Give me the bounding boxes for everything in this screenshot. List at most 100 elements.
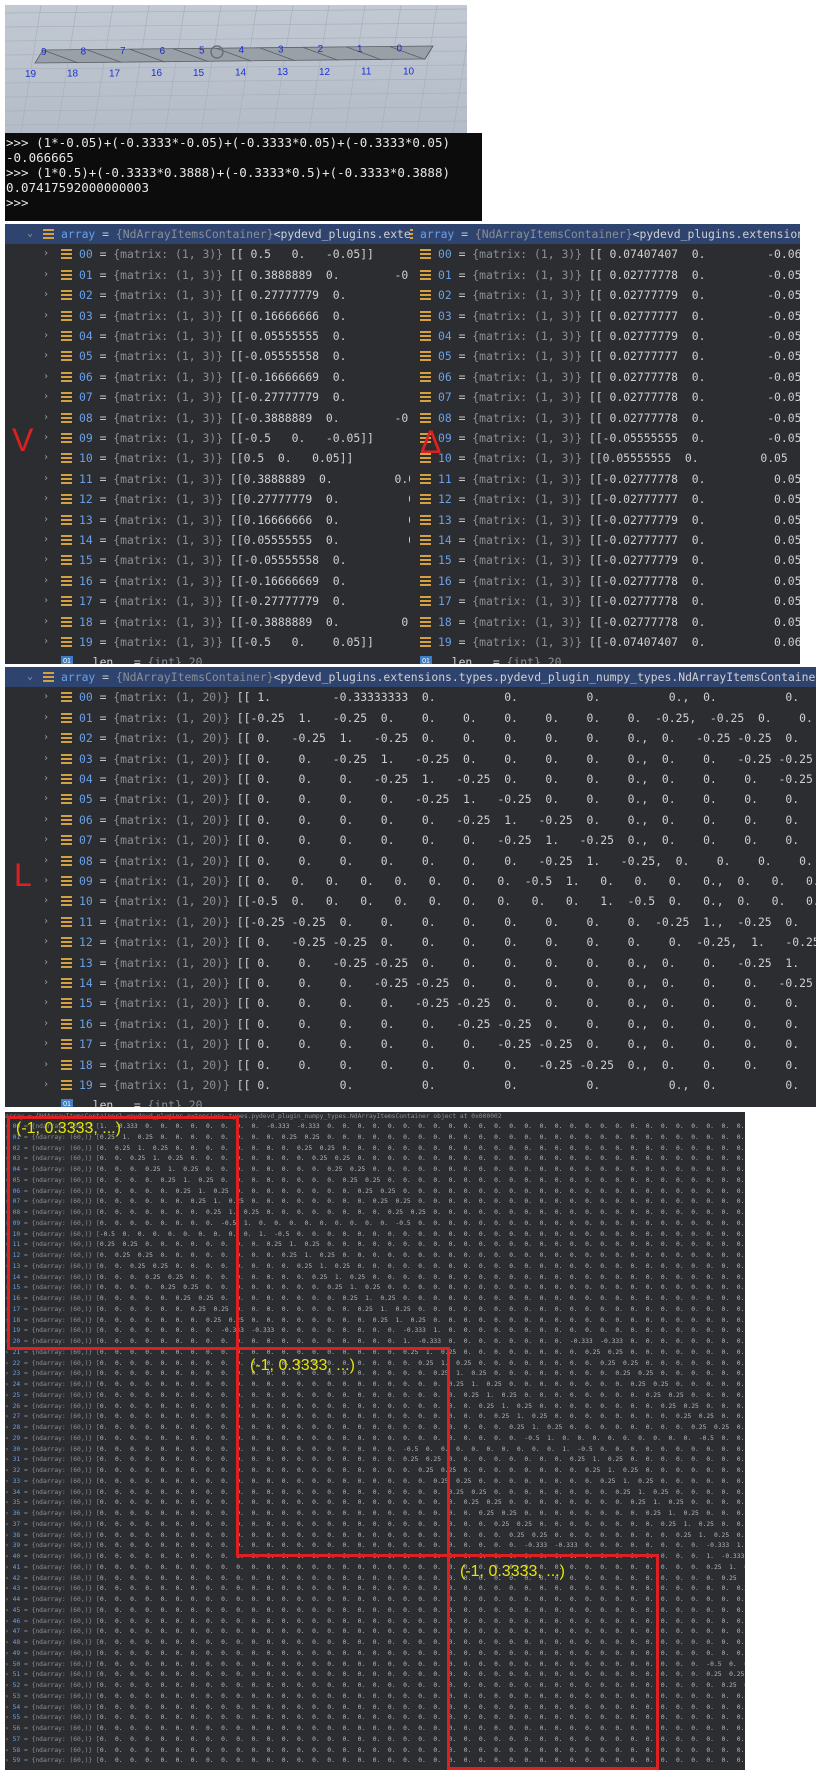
chevron-right-icon[interactable]: › (41, 285, 51, 305)
list-icon (61, 1018, 72, 1029)
list-icon (61, 392, 72, 403)
list-icon (61, 331, 72, 341)
array-header-row[interactable]: ⌄array = {NdArrayItemsContainer}<pydevd_… (5, 224, 410, 244)
array-header-row[interactable]: ⌄array = {NdArrayItemsContainer}<pydevd_… (410, 224, 800, 244)
chevron-right-icon[interactable]: › (41, 550, 51, 570)
vertex-label: 14 (235, 68, 247, 79)
chevron-right-icon[interactable]: › (41, 789, 51, 809)
chevron-right-icon[interactable]: › (41, 687, 51, 707)
item-index: 05 (79, 349, 93, 364)
item-value: [[-0.02777777 0. 0.05 ]] (588, 533, 800, 547)
chevron-right-icon[interactable]: › (41, 830, 51, 850)
vertex-label: 19 (25, 69, 37, 80)
item-type: {matrix: (1, 3)} (113, 329, 224, 343)
chevron-right-icon[interactable]: › (41, 244, 51, 264)
item-value: [[ 0.02777778 0. -0.05 ]] (588, 410, 800, 425)
chevron-right-icon[interactable]: › (41, 708, 51, 728)
list-icon (61, 514, 72, 525)
chevron-right-icon[interactable]: › (41, 306, 51, 326)
chevron-right-icon[interactable]: › (41, 1014, 51, 1034)
item-index: 02 (438, 288, 452, 303)
item-value: [[ 0. 0. 0. 0. 0. -0.25 1. -0.25 0. 0., … (236, 812, 800, 827)
list-icon (43, 672, 54, 682)
chevron-right-icon[interactable]: › (41, 728, 51, 748)
chevron-right-icon[interactable]: › (41, 1075, 51, 1095)
chevron-right-icon[interactable]: › (41, 871, 51, 891)
item-value: [[-0.05555558 0. -0.05 ]] (229, 349, 410, 364)
item-type: {matrix: (1, 3)} (113, 349, 224, 364)
item-index: 17 (79, 594, 93, 609)
list-icon (420, 494, 431, 505)
chevron-right-icon[interactable]: › (41, 749, 51, 769)
chevron-right-icon[interactable]: › (41, 932, 51, 952)
item-type: {matrix: (1, 3)} (113, 594, 224, 609)
vertex-label: 4 (239, 45, 245, 56)
console-line: >>> (6, 195, 29, 210)
chevron-right-icon[interactable]: › (41, 1034, 51, 1054)
chevron-right-icon[interactable]: › (41, 346, 51, 366)
int-icon: 01 (61, 656, 73, 664)
chevron-down-icon[interactable]: ⌄ (25, 224, 35, 244)
chevron-right-icon[interactable]: › (41, 912, 51, 932)
list-icon (61, 473, 72, 484)
chevron-right-icon[interactable]: › (41, 489, 51, 509)
item-value: [[ 0.16666666 0. -0.05 ]] (229, 308, 410, 323)
chevron-right-icon[interactable]: › (41, 367, 51, 387)
chevron-right-icon[interactable]: › (41, 408, 51, 428)
item-type: {matrix: (1, 3)} (113, 410, 224, 425)
chevron-right-icon[interactable]: › (41, 591, 51, 611)
array-type: {NdArrayItemsContainer} (474, 227, 633, 241)
floor-gridline (5, 36, 467, 42)
chevron-down-icon[interactable]: ⌄ (25, 667, 35, 687)
list-icon (61, 774, 72, 784)
chevron-right-icon[interactable]: › (41, 1055, 51, 1075)
array-type: {NdArrayItemsContainer} (115, 670, 274, 684)
item-type: {matrix: (1, 3)} (472, 349, 583, 364)
list-icon (61, 1059, 72, 1070)
item-type: {matrix: (1, 3)} (472, 471, 583, 486)
chevron-right-icon[interactable]: › (41, 510, 51, 530)
item-index: 14 (79, 533, 93, 547)
item-index: 03 (438, 308, 452, 323)
item-index: 08 (79, 853, 93, 868)
item-type: {matrix: (1, 3)} (113, 308, 224, 323)
item-type: {matrix: (1, 3)} (472, 614, 583, 629)
chevron-right-icon[interactable]: › (41, 891, 51, 911)
chevron-right-icon[interactable]: › (41, 953, 51, 973)
chevron-right-icon[interactable]: › (41, 571, 51, 591)
item-value: [[-0.5 0. 0. 0. 0. 0. 0. 0. 0. 0. 1. -0.… (236, 894, 816, 909)
list-icon (61, 310, 72, 321)
item-value: [[-0.07407407 0. 0.06666667]] (588, 635, 800, 649)
chevron-right-icon[interactable]: › (41, 810, 51, 830)
item-type: {matrix: (1, 20)} (113, 792, 230, 807)
int-icon: 01 (420, 656, 432, 664)
chevron-right-icon[interactable]: › (41, 265, 51, 285)
vertex-label: 11 (361, 67, 372, 78)
vertex-label: 2 (318, 44, 324, 55)
list-icon (61, 957, 72, 968)
chevron-right-icon[interactable]: › (41, 769, 51, 789)
item-value: [[-0.02777777 0. 0.05 ]] (588, 492, 800, 507)
chevron-right-icon[interactable]: › (41, 448, 51, 468)
list-icon (420, 596, 431, 607)
chevron-right-icon[interactable]: › (41, 387, 51, 407)
list-icon (61, 433, 72, 443)
floor-gridline (5, 106, 467, 112)
chevron-right-icon[interactable]: › (41, 851, 51, 871)
chevron-right-icon[interactable]: › (41, 469, 51, 489)
chevron-right-icon[interactable]: › (41, 993, 51, 1013)
chevron-right-icon[interactable]: › (41, 612, 51, 632)
block-label-2: (-1, 0.3333, ...) (250, 1357, 355, 1374)
chevron-right-icon[interactable]: › (41, 632, 51, 652)
item-type: {matrix: (1, 3)} (472, 329, 583, 343)
chevron-right-icon[interactable]: › (41, 326, 51, 346)
chevron-right-icon[interactable]: › (41, 428, 51, 448)
chevron-right-icon[interactable]: › (41, 973, 51, 993)
chevron-right-icon[interactable]: › (41, 530, 51, 550)
array-header-row[interactable]: ⌄array = {NdArrayItemsContainer}<pydevd_… (5, 667, 816, 687)
list-icon (420, 249, 431, 260)
item-type: {matrix: (1, 20)} (113, 976, 230, 990)
item-index: 19 (438, 635, 452, 649)
item-type: {matrix: (1, 20)} (113, 894, 230, 909)
vertex-label: 13 (277, 67, 289, 78)
